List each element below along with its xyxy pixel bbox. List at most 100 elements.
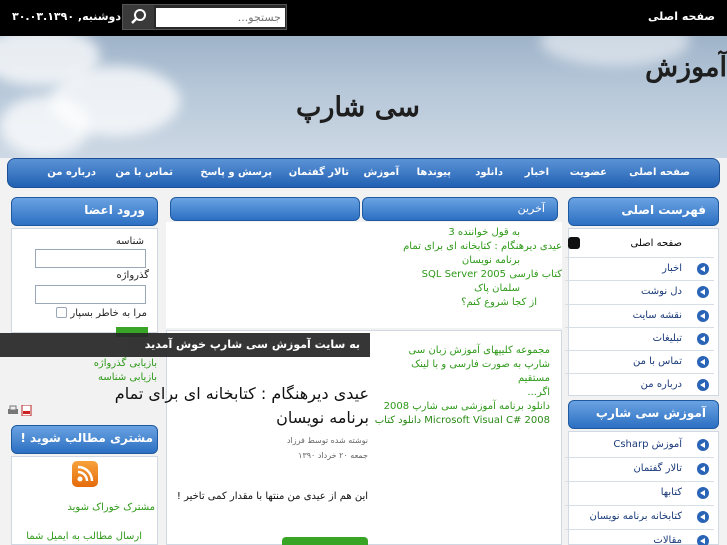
nav-tutorial[interactable]: آموزش (364, 167, 399, 178)
subscribe-title: مشتری مطالب شوید ! (20, 431, 153, 445)
remember-label: مرا به خاطر بسپار (70, 308, 147, 319)
menu-item-forum[interactable]: تالار گفتمان (567, 459, 712, 481)
print-icon[interactable] (7, 401, 19, 414)
latest-link[interactable]: از کجا شروع کنم؟ (461, 297, 537, 308)
article-date: جمعه ۲۰ خرداد ۱۳۹۰ (298, 451, 368, 460)
recover-password-link[interactable]: بازیابی گذرواژه (94, 358, 157, 369)
cloud-decoration (0, 96, 90, 156)
email-subscribe-link[interactable]: ارسال مطالب به ایمیل شما (26, 531, 142, 542)
nav-links[interactable]: پیوندها (417, 167, 451, 178)
main-menu-title: فهرست اصلی (621, 203, 706, 217)
content-link[interactable]: اگر... (527, 387, 550, 398)
menu-item-contact[interactable]: تماس با من (567, 352, 712, 374)
article-title-line1[interactable]: عیدی دیرهنگام : کتابخانه ای برای تمام (115, 384, 369, 403)
menu-item-csharp-tutorial[interactable]: آموزش Csharp (567, 435, 712, 457)
popular-tab[interactable] (170, 197, 360, 221)
divider (565, 529, 714, 530)
divider (565, 373, 714, 374)
username-input[interactable] (35, 249, 146, 268)
password-input[interactable] (35, 285, 146, 304)
article-title-line2[interactable]: برنامه نویسان (276, 408, 369, 427)
arrow-left-icon (697, 310, 709, 322)
latest-link[interactable]: عیدی دیرهنگام : کتابخانه ای برای تمام (403, 241, 562, 252)
nav-home[interactable]: صفحه اصلی (629, 167, 690, 178)
subscribe-header: مشتری مطالب شوید ! (11, 425, 158, 454)
menu-item-sitemap[interactable]: نقشه سایت (567, 306, 712, 328)
arrow-left-icon (697, 535, 709, 545)
csharp-menu-header: آموزش سی شارپ (568, 400, 719, 429)
rss-subscribe-link[interactable]: مشترک خوراک شوید (67, 502, 155, 513)
menu-item-articles[interactable]: مقالات (567, 531, 712, 545)
arrow-left-icon (697, 487, 709, 499)
top-bar: صفحه اصلی دوشنبه, ۳۰.۰۳.۱۳۹۰ (0, 0, 727, 36)
menu-item-ads[interactable]: تبلیغات (567, 329, 712, 351)
nav-forum[interactable]: تالار گفتمان (289, 167, 349, 178)
search-button[interactable] (123, 5, 154, 29)
search-icon (131, 9, 146, 24)
content-link[interactable]: مجموعه کلیپهای آموزش زبان سی (409, 345, 550, 356)
welcome-banner: به سایت آموزش سی شارپ خوش آمدید (0, 333, 370, 357)
nav-news[interactable]: اخبار (525, 167, 549, 178)
login-title: ورود اعضا (84, 203, 145, 217)
recover-username-link[interactable]: بازیابی شناسه (98, 372, 157, 383)
latest-tab[interactable]: آخرین (362, 197, 558, 221)
divider (565, 457, 714, 458)
menu-item-news[interactable]: اخبار (567, 259, 712, 281)
csharp-menu-title: آموزش سی شارپ (595, 406, 706, 420)
latest-link[interactable]: برنامه نویسان (462, 255, 520, 266)
rss-icon[interactable] (72, 461, 98, 487)
nav-download[interactable]: دانلود (475, 167, 503, 178)
divider (565, 304, 714, 305)
content-link[interactable]: Microsoft Visual C# 2008 دانلود کتاب (375, 415, 550, 426)
menu-item-blog[interactable]: دل نوشت (567, 282, 712, 304)
arrow-left-icon (697, 379, 709, 391)
main-menu-header: فهرست اصلی (568, 197, 719, 226)
nav-qa[interactable]: پرسش و پاسخ (200, 167, 272, 178)
menu-item-library[interactable]: کتابخانه برنامه نویسان (567, 507, 712, 529)
search-input[interactable] (156, 8, 285, 27)
article-text: این هم از عیدی من منتها با مقدار کمی تاخ… (176, 491, 368, 502)
menu-item-about[interactable]: درباره من (567, 375, 712, 397)
arrow-left-icon (697, 463, 709, 475)
nav-about[interactable]: درباره من (47, 167, 96, 178)
site-title-line1: آموزش (645, 52, 727, 83)
site-title-line2: سی شارپ (296, 92, 420, 123)
arrow-left-icon (697, 356, 709, 368)
search-box (122, 4, 287, 30)
arrow-left-icon (697, 511, 709, 523)
divider (565, 481, 714, 482)
latest-link[interactable]: به قول خواننده 3 (448, 227, 520, 238)
nav-contact[interactable]: تماس با من (115, 167, 173, 178)
divider (565, 280, 714, 281)
current-date: دوشنبه, ۳۰.۰۳.۱۳۹۰ (12, 10, 122, 23)
latest-link[interactable]: سلمان پاک (474, 283, 520, 294)
arrow-left-icon (697, 263, 709, 275)
article-author: نوشته شده توسط فرزاد (286, 436, 368, 445)
arrow-left-icon (697, 439, 709, 451)
top-home-link[interactable]: صفحه اصلی (648, 10, 715, 23)
content-link[interactable]: دانلود برنامه آموزشی سی شارپ 2008 (384, 401, 550, 412)
arrow-left-icon (697, 333, 709, 345)
username-label: شناسه (115, 236, 144, 247)
welcome-text: به سایت آموزش سی شارپ خوش آمدید (144, 338, 360, 351)
login-header: ورود اعضا (11, 197, 158, 226)
remember-checkbox[interactable] (56, 307, 67, 318)
content-link[interactable]: مستقیم (518, 373, 550, 384)
main-nav: صفحه اصلی عضویت اخبار دانلود پیوندها آمو… (7, 158, 720, 188)
main-menu-panel: صفحه اصلی اخبار دل نوشت نقشه سایت تبلیغا… (565, 228, 719, 397)
divider (565, 505, 714, 506)
divider (565, 327, 714, 328)
csharp-menu-panel: آموزش Csharp تالار گفتمان کتابها کتابخان… (565, 431, 719, 545)
nav-register[interactable]: عضویت (570, 167, 607, 178)
latest-link[interactable]: کتاب فارسی SQL Server 2005 (422, 269, 562, 280)
content-link[interactable]: شارپ به صورت فارسی و با لینک (411, 359, 550, 370)
active-play-icon (568, 237, 580, 249)
latest-tab-label: آخرین (517, 202, 545, 215)
arrow-left-icon (697, 286, 709, 298)
menu-item-books[interactable]: کتابها (567, 483, 712, 505)
read-more-button[interactable] (282, 537, 368, 545)
password-label: گذرواژه (116, 270, 149, 281)
pdf-icon[interactable] (21, 401, 32, 417)
menu-item-home[interactable]: صفحه اصلی (567, 234, 712, 256)
divider (565, 257, 714, 258)
